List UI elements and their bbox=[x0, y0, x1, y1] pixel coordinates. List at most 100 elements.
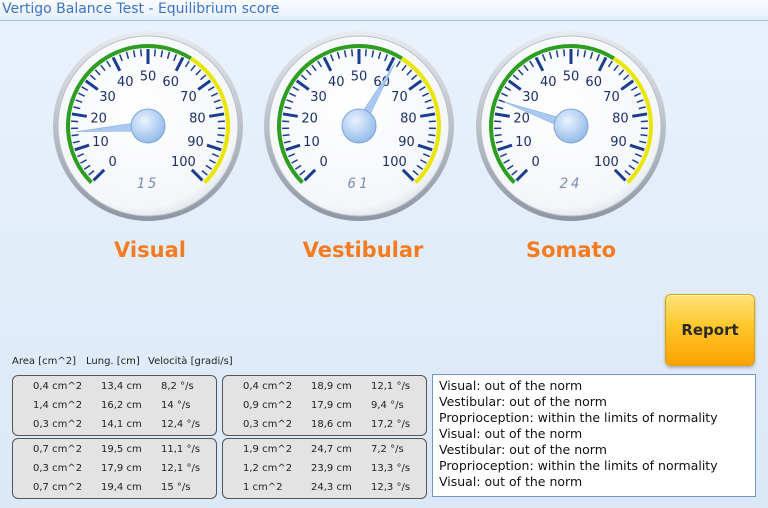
tick-label: 10 bbox=[303, 135, 320, 150]
cell-length: 23,9 cm bbox=[311, 463, 352, 474]
title-bar: Vertigo Balance Test - Equilibrium score bbox=[0, 0, 768, 21]
table-row: 0,3 cm^2 14,1 cm 12,4 °/s bbox=[13, 419, 216, 433]
cell-area: 1,9 cm^2 bbox=[243, 444, 293, 455]
cell-velocity: 8,2 °/s bbox=[161, 381, 194, 392]
tick-label: 20 bbox=[90, 112, 107, 127]
minor-tick bbox=[351, 49, 354, 57]
cell-area: 0,7 cm^2 bbox=[33, 444, 83, 455]
report-button[interactable]: Report bbox=[665, 294, 755, 366]
tick-label: 50 bbox=[140, 70, 157, 85]
log-line: Vestibular: out of the norm bbox=[439, 394, 607, 409]
cell-area: 0,3 cm^2 bbox=[33, 463, 83, 474]
gauge-dial: 010203040 50 6070809010061 bbox=[264, 31, 454, 221]
tick-label: 90 bbox=[187, 135, 204, 150]
minor-tick bbox=[217, 134, 225, 137]
digital-readout: 15 bbox=[137, 176, 160, 192]
minor-tick bbox=[494, 134, 502, 137]
tick-label: 0 bbox=[109, 155, 117, 170]
cell-length: 16,2 cm bbox=[101, 400, 142, 411]
table-row: 0,3 cm^2 17,9 cm 12,1 °/s bbox=[13, 463, 216, 477]
cell-length: 18,9 cm bbox=[311, 381, 352, 392]
log-line: Visual: out of the norm bbox=[439, 426, 583, 441]
tick-label: 60 bbox=[162, 75, 179, 90]
window-title: Vertigo Balance Test - Equilibrium score bbox=[2, 1, 280, 17]
cell-length: 14,1 cm bbox=[101, 419, 142, 430]
tick-label: 50 bbox=[351, 70, 368, 85]
log-line: Proprioception: within the limits of nor… bbox=[439, 410, 718, 425]
table-row: 1,9 cm^2 24,7 cm 7,2 °/s bbox=[223, 444, 426, 458]
cell-area: 1,2 cm^2 bbox=[243, 463, 293, 474]
cell-velocity: 11,1 °/s bbox=[161, 444, 201, 455]
tick-label: 80 bbox=[400, 112, 417, 127]
cell-length: 17,9 cm bbox=[311, 400, 352, 411]
tick-label: 30 bbox=[310, 90, 327, 105]
gauge-hub bbox=[130, 108, 166, 144]
gauge-dial: 010 20 3040 50 6070 80 90 100 15 bbox=[53, 31, 243, 221]
cell-area: 0,4 cm^2 bbox=[33, 381, 83, 392]
log-line: Visual: out of the norm bbox=[439, 474, 583, 489]
tick-label: 30 bbox=[99, 90, 116, 105]
gauge-label-visual: Visual bbox=[114, 238, 186, 262]
data-panel: 0,4 cm^2 18,9 cm 12,1 °/s 0,9 cm^2 17,9 cm 9,… bbox=[222, 375, 427, 436]
table-row: 0,7 cm^2 19,4 cm 15 °/s bbox=[13, 482, 216, 496]
gauge-vestibular: 0 10 20 30 40 50 60 70 80 90 100 61 bbox=[263, 30, 455, 222]
gauge-visual: 0 10 20 30 40 50 60 70 80 90 100 15 bbox=[52, 30, 244, 222]
gauge-somato: 0 10 20 30 40 50 60 70 80 90 100 24 bbox=[475, 30, 667, 222]
cell-length: 19,5 cm bbox=[101, 444, 142, 455]
cell-length: 17,9 cm bbox=[101, 463, 142, 474]
header-velocity: Velocità [gradi/s] bbox=[148, 356, 233, 367]
cell-area: 0,3 cm^2 bbox=[33, 419, 83, 430]
cell-velocity: 12,3 °/s bbox=[371, 482, 411, 493]
tick-label: 10 bbox=[92, 135, 109, 150]
cell-area: 1 cm^2 bbox=[243, 482, 283, 493]
table-row: 0,4 cm^2 13,4 cm 8,2 °/s bbox=[13, 381, 216, 395]
table-row: 1 cm^2 24,3 cm 12,3 °/s bbox=[223, 482, 426, 496]
minor-tick bbox=[364, 49, 367, 57]
header-length: Lung. [cm] bbox=[86, 356, 140, 367]
cell-velocity: 12,4 °/s bbox=[161, 419, 201, 430]
digital-readout: 61 bbox=[348, 176, 371, 192]
tick-label: 0 bbox=[532, 155, 540, 170]
cell-velocity: 13,3 °/s bbox=[371, 463, 411, 474]
digital-readout: 24 bbox=[560, 176, 583, 192]
cell-velocity: 12,1 °/s bbox=[161, 463, 201, 474]
minor-tick bbox=[140, 49, 143, 57]
minor-tick bbox=[153, 49, 156, 57]
gauge-label-vestibular: Vestibular bbox=[302, 238, 424, 262]
cell-area: 0,4 cm^2 bbox=[243, 381, 293, 392]
tick-label: 30 bbox=[522, 90, 539, 105]
tick-label: 70 bbox=[180, 90, 197, 105]
table-row: 1,2 cm^2 23,9 cm 13,3 °/s bbox=[223, 463, 426, 477]
tick-label: 20 bbox=[301, 112, 318, 127]
cell-area: 0,9 cm^2 bbox=[243, 400, 293, 411]
log-line: Vestibular: out of the norm bbox=[439, 442, 607, 457]
cell-length: 24,7 cm bbox=[311, 444, 352, 455]
cell-area: 1,4 cm^2 bbox=[33, 400, 83, 411]
tick-label: 50 bbox=[563, 70, 580, 85]
log-line: Proprioception: within the limits of nor… bbox=[439, 458, 718, 473]
tick-label: 100 bbox=[382, 155, 407, 170]
data-panel: 1,9 cm^2 24,7 cm 7,2 °/s 1,2 cm^2 23,9 cm 13,… bbox=[222, 438, 427, 499]
gauge-label-somato: Somato bbox=[525, 238, 617, 262]
minor-tick bbox=[640, 134, 648, 137]
log-line: Visual: out of the norm bbox=[439, 378, 583, 393]
tick-label: 20 bbox=[513, 112, 530, 127]
cell-velocity: 14 °/s bbox=[161, 400, 191, 411]
tick-label: 70 bbox=[603, 90, 620, 105]
table-row: 0,3 cm^2 18,6 cm 17,2 °/s bbox=[223, 419, 426, 433]
tick-label: 100 bbox=[171, 155, 196, 170]
minor-tick bbox=[428, 134, 436, 137]
cell-velocity: 12,1 °/s bbox=[371, 381, 411, 392]
cell-velocity: 7,2 °/s bbox=[371, 444, 404, 455]
gauge-hub bbox=[553, 108, 589, 144]
cell-velocity: 15 °/s bbox=[161, 482, 191, 493]
tick-label: 40 bbox=[117, 75, 134, 90]
cell-velocity: 17,2 °/s bbox=[371, 419, 411, 430]
cell-area: 0,7 cm^2 bbox=[33, 482, 83, 493]
results-log[interactable]: Visual: out of the norm Vestibular: out o… bbox=[432, 374, 756, 497]
tick-label: 90 bbox=[398, 135, 415, 150]
gauge-dial: 010 20 3040 50 6070 80 90 100 24 bbox=[476, 31, 666, 221]
header-area: Area [cm^2] bbox=[12, 356, 76, 367]
tick-label: 70 bbox=[391, 90, 408, 105]
tick-label: 90 bbox=[610, 135, 627, 150]
